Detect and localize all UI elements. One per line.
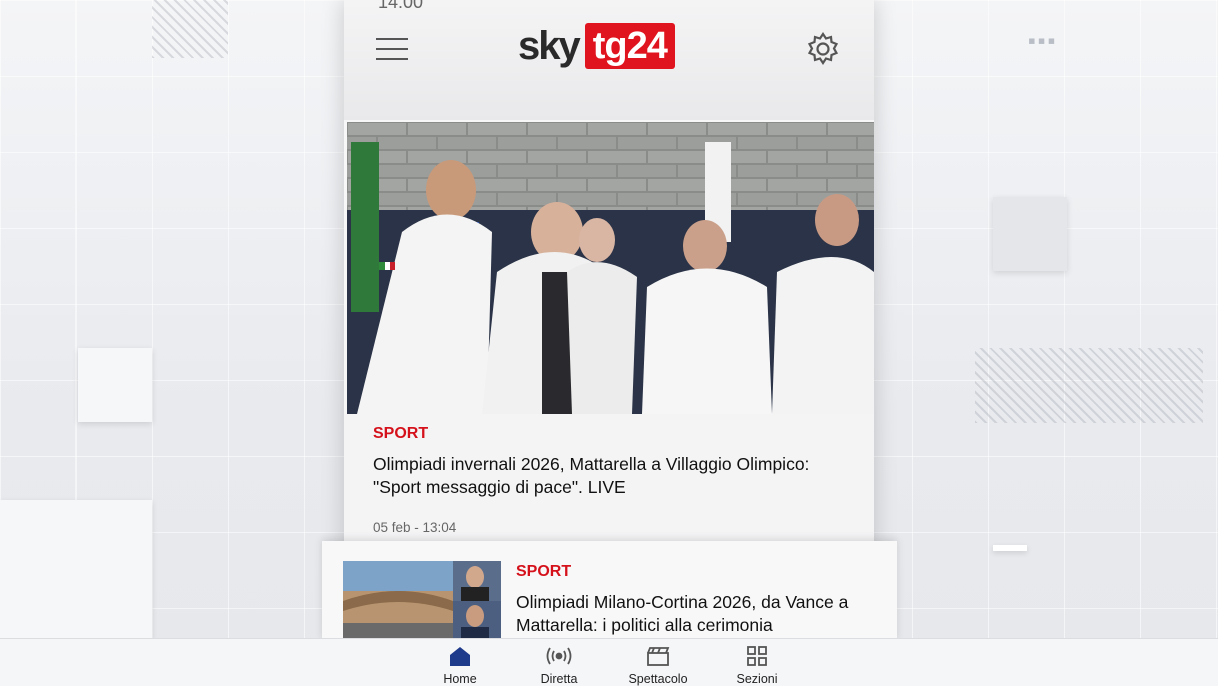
- nav-spettacolo[interactable]: Spettacolo: [613, 645, 703, 686]
- nav-sezioni[interactable]: Sezioni: [712, 645, 802, 686]
- nav-sezioni-label: Sezioni: [736, 672, 778, 686]
- logo-sky-text: sky: [518, 23, 581, 68]
- nav-spettacolo-label: Spettacolo: [628, 672, 688, 686]
- grid-icon: [747, 646, 767, 666]
- background-tile: [78, 348, 152, 422]
- clapperboard-icon: [647, 647, 670, 666]
- second-article-card[interactable]: SPORT Olimpiadi Milano-Cortina 2026, da …: [322, 541, 897, 641]
- main-article-card[interactable]: SPORT Olimpiadi invernali 2026, Mattarel…: [344, 414, 874, 544]
- article-category[interactable]: SPORT: [373, 425, 428, 443]
- status-time: 14:00: [378, 0, 424, 12]
- logo-tg24-badge: tg24: [584, 23, 675, 69]
- article-thumbnail[interactable]: [343, 561, 501, 641]
- background-hatch: [975, 348, 1203, 423]
- article-date: 05 feb - 13:04: [373, 520, 457, 535]
- skytg24-logo[interactable]: sky tg24: [518, 22, 675, 70]
- more-dots-icon: ▪▪▪: [1028, 28, 1058, 53]
- article-title[interactable]: Olimpiadi Milano-Cortina 2026, da Vance …: [516, 591, 886, 637]
- nav-home-label: Home: [443, 672, 477, 686]
- broadcast-icon: [546, 647, 572, 665]
- hero-photo[interactable]: [347, 122, 874, 414]
- article-category[interactable]: SPORT: [516, 563, 571, 581]
- nav-home[interactable]: Home: [415, 645, 505, 686]
- nav-diretta-label: Diretta: [540, 672, 578, 686]
- settings-gear-icon[interactable]: [806, 32, 840, 66]
- bottom-navigation: Home Diretta Spettacolo Sezioni: [0, 638, 1218, 686]
- app-header: sky tg24: [344, 0, 874, 120]
- hamburger-menu-button[interactable]: [376, 38, 408, 60]
- nav-diretta[interactable]: Diretta: [514, 645, 604, 686]
- home-icon: [450, 647, 470, 666]
- article-title[interactable]: Olimpiadi invernali 2026, Mattarella a V…: [373, 453, 853, 499]
- background-tile: [993, 197, 1067, 271]
- background-tile: [993, 545, 1027, 551]
- background-hatch: [152, 0, 228, 58]
- background-tile: [0, 500, 152, 640]
